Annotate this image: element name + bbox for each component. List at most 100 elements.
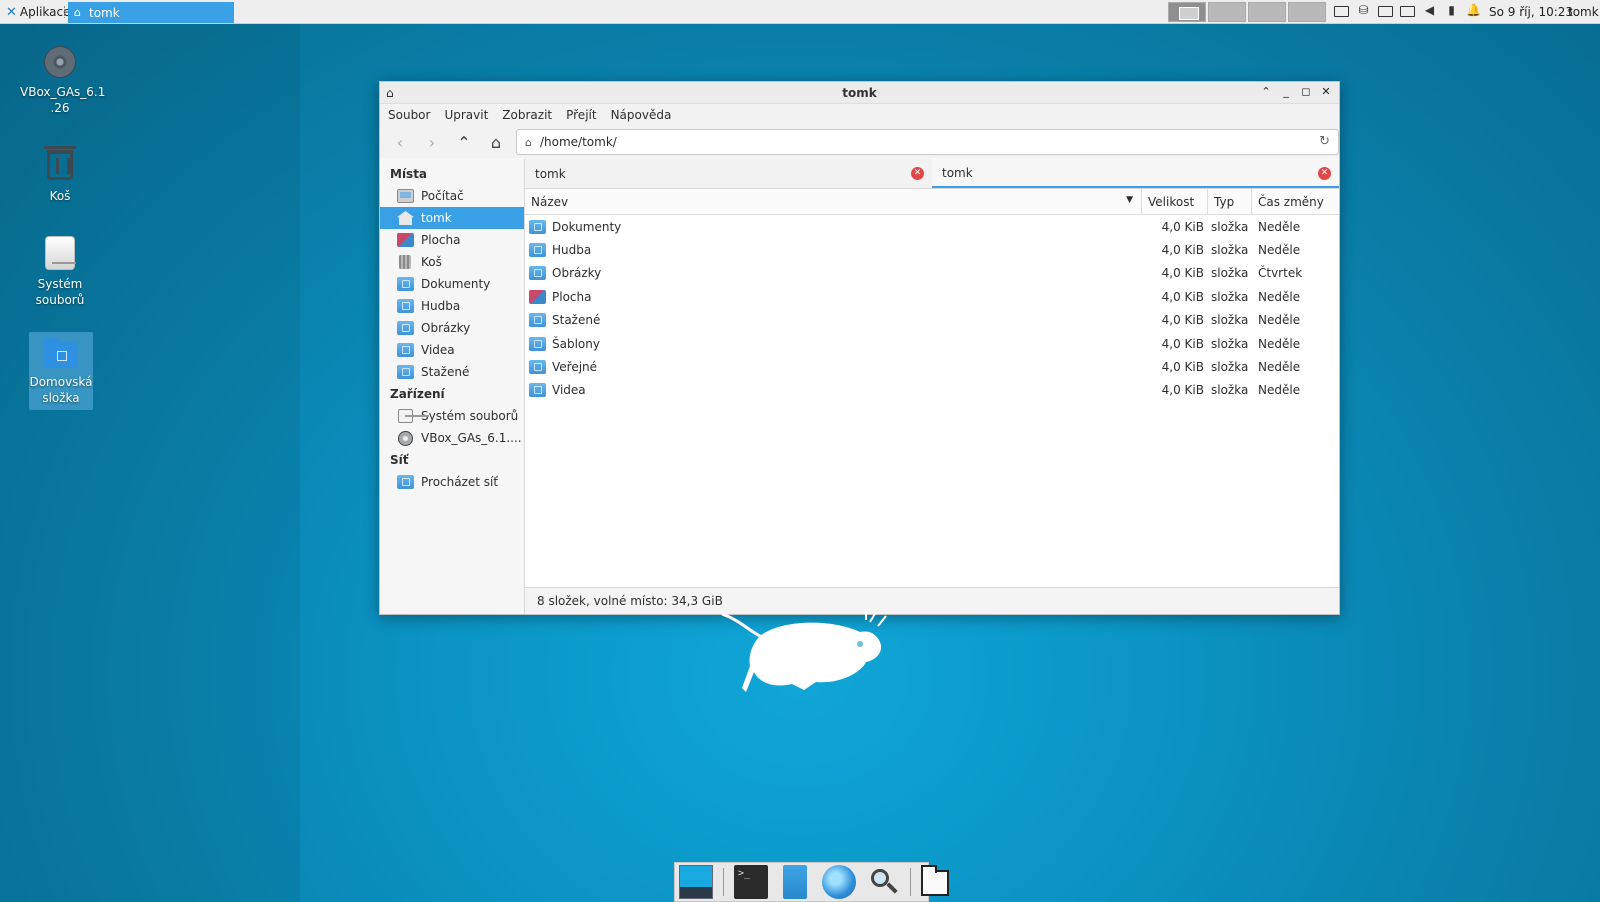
close-tab-icon[interactable]: ✕ — [911, 167, 924, 180]
menu-prejit[interactable]: Přejít — [566, 108, 596, 122]
sidebar-item-browse-network[interactable]: Procházet síť — [380, 471, 524, 493]
sidebar-item-filesystem[interactable]: Systém souborů — [380, 405, 524, 427]
minimize-button[interactable]: _ — [1279, 84, 1293, 100]
sidebar-item-downloads[interactable]: Stažené — [380, 361, 524, 383]
table-row[interactable]: Šablony 4,0 KiB složka Neděle — [525, 332, 1339, 355]
desktop-icon-filesystem[interactable]: Systém souborů — [20, 236, 100, 308]
cell-type: složka — [1211, 360, 1249, 375]
table-row[interactable]: Videa 4,0 KiB složka Neděle — [525, 379, 1339, 402]
notification-bell-icon[interactable]: 🔔 — [1466, 3, 1481, 18]
folder-documents-icon — [397, 277, 414, 291]
sidebar-item-trash[interactable]: Koš — [380, 251, 524, 273]
cell-type: složka — [1211, 289, 1249, 304]
tab-tomk-2[interactable]: tomk ✕ — [932, 159, 1339, 188]
sidebar-item-desktop[interactable]: Plocha — [380, 229, 524, 251]
desktop-icon-trash[interactable]: Koš — [20, 142, 100, 204]
battery-icon[interactable]: ▮ — [1444, 3, 1459, 18]
window-titlebar[interactable]: ⌂ tomk ⌃ _ ◻ ✕ — [380, 82, 1339, 104]
reload-icon[interactable]: ↻ — [1319, 134, 1330, 149]
file-manager-icon[interactable] — [783, 865, 807, 899]
terminal-icon[interactable]: >_ — [734, 865, 768, 899]
sidebar-item-vbox[interactable]: VBox_GAs_6.1....⏏ — [380, 427, 539, 449]
menu-zobrazit[interactable]: Zobrazit — [502, 108, 552, 122]
close-button[interactable]: ✕ — [1319, 84, 1333, 100]
cell-mtime: Neděle — [1258, 219, 1301, 234]
cell-type: složka — [1211, 219, 1249, 234]
table-row[interactable]: Obrázky 4,0 KiB složka Čtvrtek — [525, 262, 1339, 285]
folder-downloads-icon — [529, 313, 546, 328]
window-controls: ⌃ _ ◻ ✕ — [1259, 84, 1333, 100]
tab-label: tomk — [942, 165, 973, 180]
clock[interactable]: So 9 říj, 10:23 — [1489, 5, 1573, 19]
menu-upravit[interactable]: Upravit — [444, 108, 488, 122]
cell-name: Videa — [525, 383, 1142, 398]
workspace-switcher — [1168, 2, 1326, 22]
folder-icon[interactable] — [921, 865, 949, 896]
forward-button[interactable]: › — [418, 129, 446, 155]
home-button[interactable]: ⌂ — [482, 129, 510, 155]
table-row[interactable]: Hudba 4,0 KiB složka Neděle — [525, 238, 1339, 261]
close-tab-icon[interactable]: ✕ — [1318, 167, 1331, 180]
column-type[interactable]: Typ — [1208, 189, 1252, 214]
taskbar-window-button[interactable]: ⌂ tomk — [68, 2, 234, 23]
home-icon: ⌂ — [490, 132, 502, 152]
cell-mtime: Neděle — [1258, 383, 1301, 398]
screen-icon[interactable] — [1400, 5, 1415, 17]
tab-tomk-1[interactable]: tomk ✕ — [525, 159, 932, 188]
column-mtime[interactable]: Čas změny — [1252, 189, 1339, 214]
chevron-right-icon: › — [428, 132, 436, 152]
workspace-1[interactable] — [1168, 2, 1206, 22]
cell-type: složka — [1211, 266, 1249, 281]
location-bar[interactable]: ⌂ /home/tomk/ ↻ — [516, 129, 1339, 155]
table-row[interactable]: Dokumenty 4,0 KiB složka Neděle — [525, 215, 1339, 238]
column-size[interactable]: Velikost — [1142, 189, 1208, 214]
sidebar-item-pictures[interactable]: Obrázky — [380, 317, 524, 339]
back-button[interactable]: ‹ — [386, 129, 414, 155]
volume-icon[interactable]: ◀ — [1422, 3, 1437, 18]
column-name[interactable]: Název ▼ — [525, 189, 1142, 214]
parent-folder-button[interactable]: ⌃ — [450, 129, 478, 155]
menu-napoveda[interactable]: Nápověda — [611, 108, 672, 122]
folder-pictures-icon — [397, 321, 414, 335]
cell-type: složka — [1211, 336, 1249, 351]
desktop-icon-home[interactable]: Domovská složka — [29, 332, 93, 410]
sidebar-item-label: Koš — [421, 255, 442, 269]
table-row[interactable]: Stažené 4,0 KiB složka Neděle — [525, 309, 1339, 332]
app-finder-icon[interactable] — [866, 865, 900, 899]
sidebar-item-label: Dokumenty — [421, 277, 491, 291]
sort-down-icon: ▼ — [1126, 195, 1133, 205]
maximize-button[interactable]: ◻ — [1299, 84, 1313, 100]
workspace-2[interactable] — [1208, 2, 1246, 22]
cell-name: Obrázky — [525, 266, 1142, 281]
sidebar-item-documents[interactable]: Dokumenty — [380, 273, 524, 295]
sidebar-item-label: Plocha — [421, 233, 461, 247]
menu-soubor[interactable]: Soubor — [388, 108, 430, 122]
web-browser-icon[interactable] — [822, 865, 856, 899]
trash-icon — [44, 146, 76, 180]
table-row[interactable]: Veřejné 4,0 KiB složka Neděle — [525, 355, 1339, 378]
sidebar-header-network: Síť — [390, 453, 409, 467]
sidebar-item-music[interactable]: Hudba — [380, 295, 524, 317]
show-desktop-button[interactable] — [679, 865, 713, 899]
sidebar-item-label: tomk — [421, 211, 452, 225]
sidebar-item-label: Procházet síť — [421, 475, 499, 489]
workspace-4[interactable] — [1288, 2, 1326, 22]
folder-pictures-icon — [529, 266, 546, 281]
home-folder-icon — [44, 338, 78, 368]
sidebar-item-home[interactable]: tomk — [380, 207, 524, 229]
applications-menu-label: Aplikace — [19, 5, 71, 19]
desktop-icon-label: Systém souborů — [35, 277, 85, 307]
network-icon[interactable]: ⛁ — [1356, 3, 1371, 18]
home-icon — [397, 211, 414, 225]
display-icon[interactable] — [1334, 5, 1349, 17]
desktop-icon-vbox[interactable]: VBox_GAs_6.1 .26 — [20, 46, 105, 116]
sidebar-item-videos[interactable]: Videa — [380, 339, 524, 361]
chevron-left-icon: ‹ — [396, 132, 404, 152]
user-menu[interactable]: tomk — [1568, 5, 1599, 19]
folder-downloads-icon — [397, 365, 414, 379]
workspace-3[interactable] — [1248, 2, 1286, 22]
shade-button[interactable]: ⌃ — [1259, 84, 1273, 100]
monitor-icon[interactable] — [1378, 5, 1393, 17]
table-row[interactable]: Plocha 4,0 KiB složka Neděle — [525, 285, 1339, 308]
sidebar-item-computer[interactable]: Počítač — [380, 185, 524, 207]
